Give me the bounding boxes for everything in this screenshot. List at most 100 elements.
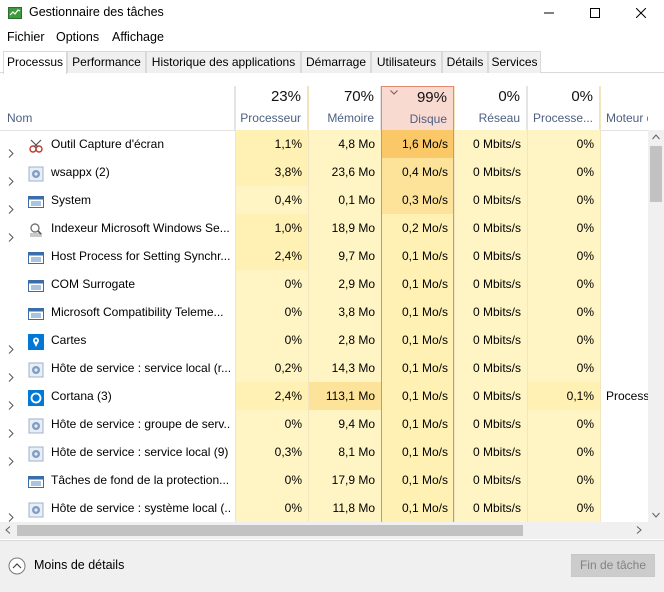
process-row[interactable]: Hôte de service : groupe de serv... 0% 9,4… <box>0 410 648 438</box>
end-task-button[interactable]: Fin de tâche <box>571 554 655 577</box>
horizontal-scroll-thumb[interactable] <box>17 525 523 536</box>
column-header-name[interactable]: Nom <box>0 86 235 130</box>
horizontal-scrollbar[interactable] <box>0 522 648 539</box>
tab-processus[interactable]: Processus <box>3 51 67 74</box>
cell-cpu: 0,2% <box>235 354 308 382</box>
cell-disk: 0,1 Mo/s <box>381 438 454 466</box>
process-row[interactable]: System 0,4% 0,1 Mo 0,3 Mo/s 0 Mbits/s 0% <box>0 186 648 214</box>
scroll-down-icon <box>652 512 660 518</box>
tab-historique[interactable]: Historique des applications <box>146 51 301 73</box>
menu-fichier[interactable]: Fichier <box>7 30 45 44</box>
less-details-link[interactable]: Moins de détails <box>34 558 124 572</box>
tab-services[interactable]: Services <box>488 51 541 73</box>
cell-engine <box>600 214 648 242</box>
cell-disk: 0,1 Mo/s <box>381 382 454 410</box>
cell-engine <box>600 466 648 494</box>
expand-chevron-icon[interactable] <box>8 140 14 158</box>
column-label: Nom <box>7 111 33 125</box>
gear-icon <box>28 500 44 518</box>
expand-chevron-icon[interactable] <box>8 392 14 410</box>
close-button[interactable] <box>618 0 664 26</box>
search-indexer-icon <box>28 220 44 237</box>
system-window-icon <box>28 192 44 208</box>
cell-cpu: 0% <box>235 326 308 354</box>
process-row[interactable]: Host Process for Setting Synchr... 2,4% 9,… <box>0 242 648 270</box>
gear-icon <box>28 416 44 434</box>
cell-mem: 9,7 Mo <box>308 242 381 270</box>
expand-chevron-icon[interactable] <box>8 420 14 438</box>
process-row[interactable]: Indexeur Microsoft Windows Se... 1,0% 18,9… <box>0 214 648 242</box>
expand-chevron-icon[interactable] <box>8 168 14 186</box>
process-name-cell: Hôte de service : service local (9) <box>0 438 235 466</box>
process-name: Microsoft Compatibility Teleme... <box>51 305 224 319</box>
process-row[interactable]: Outil Capture d'écran 1,1% 4,8 Mo 1,6 Mo/s 0… <box>0 130 648 158</box>
column-header-network[interactable]: 0% Réseau <box>454 86 527 130</box>
collapse-details-icon[interactable] <box>8 557 26 575</box>
cell-gpu: 0% <box>527 214 600 242</box>
gear-icon <box>28 360 44 378</box>
process-row[interactable]: Microsoft Compatibility Teleme... 0% 3,8 M… <box>0 298 648 326</box>
expand-chevron-icon[interactable] <box>8 504 14 522</box>
process-name: Hôte de service : système local (... <box>51 501 231 515</box>
expand-chevron-icon[interactable] <box>8 448 14 466</box>
column-label: Moteur de <box>606 111 648 125</box>
process-name: Host Process for Setting Synchr... <box>51 249 231 263</box>
cell-gpu: 0% <box>527 410 600 438</box>
vertical-scroll-thumb[interactable] <box>650 146 662 202</box>
process-name: System <box>51 193 92 207</box>
menu-affichage[interactable]: Affichage <box>112 30 164 44</box>
cell-net: 0 Mbits/s <box>454 298 527 326</box>
expand-chevron-icon[interactable] <box>8 196 14 214</box>
column-divider <box>527 86 528 522</box>
cell-engine <box>600 186 648 214</box>
cell-net: 0 Mbits/s <box>454 354 527 382</box>
tab-demarrage[interactable]: Démarrage <box>301 51 371 73</box>
column-header-gpu[interactable]: 0% Processe... <box>527 86 600 130</box>
cell-mem: 4,8 Mo <box>308 130 381 158</box>
process-row[interactable]: wsappx (2) 3,8% 23,6 Mo 0,4 Mo/s 0 Mbits/s 0% <box>0 158 648 186</box>
cell-net: 0 Mbits/s <box>454 326 527 354</box>
process-name: COM Surrogate <box>51 277 136 291</box>
process-name: Tâches de fond de la protection... <box>51 473 230 487</box>
process-row[interactable]: Cortana (3) 2,4% 113,1 Mo 0,1 Mo/s 0 Mbits/s… <box>0 382 648 410</box>
cell-cpu: 0% <box>235 270 308 298</box>
expand-chevron-icon[interactable] <box>8 336 14 354</box>
expand-chevron-icon[interactable] <box>8 364 14 382</box>
cell-cpu: 0,3% <box>235 438 308 466</box>
expand-chevron-icon[interactable] <box>8 224 14 242</box>
process-row[interactable]: COM Surrogate 0% 2,9 Mo 0,1 Mo/s 0 Mbits/s 0% <box>0 270 648 298</box>
process-name-cell: wsappx (2) <box>0 158 235 186</box>
process-row[interactable]: Cartes 0% 2,8 Mo 0,1 Mo/s 0 Mbits/s 0% <box>0 326 648 354</box>
cell-mem: 0,1 Mo <box>308 186 381 214</box>
tab-details[interactable]: Détails <box>442 51 488 73</box>
process-name-cell: Cartes <box>0 326 235 354</box>
process-row[interactable]: Tâches de fond de la protection... 0% 17,9… <box>0 466 648 494</box>
column-header-disk[interactable]: 99% Disque <box>381 86 454 130</box>
process-row[interactable]: Hôte de service : service local (r... 0,2… <box>0 354 648 382</box>
column-header-cpu[interactable]: 23% Processeur <box>235 86 308 130</box>
system-window-icon <box>28 472 44 488</box>
column-divider <box>600 86 601 522</box>
column-percent: 70% <box>343 88 374 105</box>
maximize-button[interactable] <box>572 0 618 26</box>
scrollbar-corner <box>648 522 664 539</box>
cell-cpu: 3,8% <box>235 158 308 186</box>
maps-icon <box>28 332 44 350</box>
column-header-memory[interactable]: 70% Mémoire <box>308 86 381 130</box>
cell-net: 0 Mbits/s <box>454 242 527 270</box>
process-row[interactable]: Hôte de service : système local (... 0% 11… <box>0 494 648 522</box>
tab-performance[interactable]: Performance <box>67 51 146 73</box>
minimize-button[interactable] <box>526 0 572 26</box>
menu-options[interactable]: Options <box>56 30 99 44</box>
column-header-gpu-engine[interactable]: Moteur de <box>600 86 648 130</box>
vertical-scrollbar[interactable] <box>648 130 664 522</box>
tab-utilisateurs[interactable]: Utilisateurs <box>371 51 442 73</box>
process-name-cell: Hôte de service : système local (... <box>0 494 235 522</box>
cell-net: 0 Mbits/s <box>454 494 527 522</box>
sorted-column-border <box>381 130 382 522</box>
scroll-up-icon <box>652 134 660 140</box>
cell-disk: 1,6 Mo/s <box>381 130 454 158</box>
process-row[interactable]: Hôte de service : service local (9) 0,3% 8… <box>0 438 648 466</box>
cell-net: 0 Mbits/s <box>454 438 527 466</box>
process-table: Nom 23% Processeur 70% Mémoire 99% Disqu… <box>0 86 648 522</box>
